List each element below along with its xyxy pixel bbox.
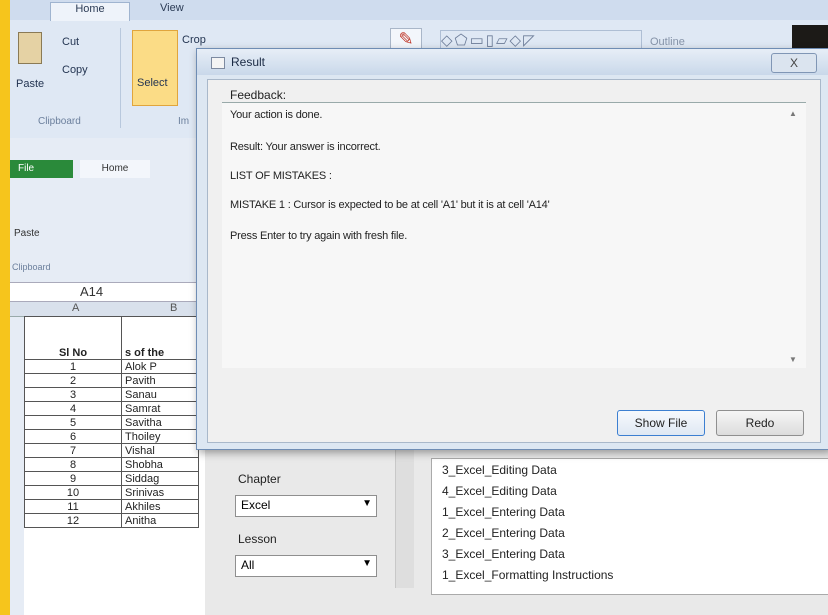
- excel-paste-button[interactable]: Paste: [14, 228, 40, 239]
- table-row: 4 Samrat: [24, 401, 199, 416]
- sl-no-cell[interactable]: 2: [24, 373, 122, 388]
- spreadsheet-grid[interactable]: Sl No s of the 1 Alok P 2 Pavith 3 Sanau 4 Samr…: [24, 316, 205, 615]
- table-row: 12 Anitha: [24, 513, 199, 528]
- tab-home[interactable]: Home: [50, 2, 130, 21]
- feedback-textbox[interactable]: Your action is done. Result: Your answer…: [222, 102, 806, 368]
- name-cell[interactable]: Thoiley: [121, 429, 199, 444]
- table-row: 7 Vishal: [24, 443, 199, 458]
- paint-tab-bar: Home View: [10, 0, 828, 21]
- image-group-label: Im: [178, 116, 190, 127]
- name-box[interactable]: A14: [10, 282, 205, 302]
- chevron-down-icon: ▼: [362, 498, 372, 509]
- sl-no-cell[interactable]: 9: [24, 471, 122, 486]
- table-row: 6 Thoiley: [24, 429, 199, 444]
- sl-no-cell[interactable]: 1: [24, 359, 122, 374]
- crop-button[interactable]: Crop: [182, 34, 206, 46]
- name-cell[interactable]: Anitha: [121, 513, 199, 528]
- ribbon-separator: [120, 28, 121, 128]
- chevron-down-icon: ▼: [362, 558, 372, 569]
- data-table: Sl No s of the 1 Alok P 2 Pavith 3 Sanau 4 Samr…: [24, 316, 199, 528]
- table-row: 1 Alok P: [24, 359, 199, 374]
- table-row: 8 Shobha: [24, 457, 199, 472]
- tab-view[interactable]: View: [160, 2, 184, 14]
- close-button[interactable]: X: [771, 53, 817, 73]
- name-cell[interactable]: Sanau: [121, 387, 199, 402]
- sl-no-cell[interactable]: 5: [24, 415, 122, 430]
- feedback-line: Your action is done.: [230, 109, 323, 121]
- sl-no-cell[interactable]: 6: [24, 429, 122, 444]
- feedback-line: Result: Your answer is incorrect.: [230, 141, 381, 153]
- header-sl-no[interactable]: Sl No: [24, 316, 122, 360]
- column-headers: A B: [10, 302, 205, 317]
- table-row: 9 Siddag: [24, 471, 199, 486]
- name-cell[interactable]: Samrat: [121, 401, 199, 416]
- name-cell[interactable]: Vishal: [121, 443, 199, 458]
- name-cell[interactable]: Pavith: [121, 373, 199, 388]
- copy-button[interactable]: Copy: [62, 64, 88, 76]
- table-row: 10 Srinivas: [24, 485, 199, 500]
- list-item[interactable]: 3_Excel_Editing Data: [442, 463, 557, 477]
- table-row: 2 Pavith: [24, 373, 199, 388]
- feedback-label: Feedback:: [230, 88, 287, 102]
- sl-no-cell[interactable]: 10: [24, 485, 122, 500]
- window-icon: [211, 57, 225, 69]
- lesson-label: Lesson: [238, 532, 277, 546]
- select-button[interactable]: Select: [132, 30, 178, 106]
- cut-button[interactable]: Cut: [62, 36, 79, 48]
- dialog-title: Result: [231, 55, 266, 69]
- sl-no-cell[interactable]: 11: [24, 499, 122, 514]
- chapter-select[interactable]: Excel ▼: [235, 495, 377, 517]
- dialog-titlebar[interactable]: Result X: [197, 49, 828, 75]
- name-cell[interactable]: Akhiles: [121, 499, 199, 514]
- list-item[interactable]: 1_Excel_Formatting Instructions: [442, 568, 613, 582]
- scrollbar[interactable]: [395, 448, 414, 588]
- sl-no-cell[interactable]: 12: [24, 513, 122, 528]
- feedback-line: MISTAKE 1 : Cursor is expected to be at …: [230, 199, 550, 211]
- name-cell[interactable]: Siddag: [121, 471, 199, 486]
- sl-no-cell[interactable]: 7: [24, 443, 122, 458]
- name-cell[interactable]: Shobha: [121, 457, 199, 472]
- result-dialog: Result X Feedback: Your action is done. …: [196, 48, 828, 450]
- lesson-value: All: [241, 558, 255, 572]
- column-a-header[interactable]: A: [72, 302, 79, 314]
- name-cell[interactable]: Srinivas: [121, 485, 199, 500]
- feedback-line: Press Enter to try again with fresh file…: [230, 230, 408, 242]
- scroll-down-icon[interactable]: ▼: [789, 355, 797, 364]
- paste-button[interactable]: Paste: [16, 78, 44, 90]
- show-file-button[interactable]: Show File: [617, 410, 705, 436]
- lesson-panel: Chapter Excel ▼ Lesson All ▼ 3_Excel_Edi…: [205, 448, 828, 615]
- name-cell[interactable]: Savitha: [121, 415, 199, 430]
- chapter-value: Excel: [241, 498, 271, 512]
- dialog-body: Feedback: Your action is done. Result: Y…: [207, 79, 821, 443]
- table-row: 3 Sanau: [24, 387, 199, 402]
- chapter-label: Chapter: [238, 472, 281, 486]
- header-name[interactable]: s of the: [121, 316, 199, 360]
- excel-window: File Home Paste Clipboard A14 A B Sl No …: [10, 138, 205, 615]
- name-cell[interactable]: Alok P: [121, 359, 199, 374]
- scroll-up-icon[interactable]: ▲: [789, 109, 797, 118]
- table-row: 5 Savitha: [24, 415, 199, 430]
- sl-no-cell[interactable]: 3: [24, 387, 122, 402]
- clipboard-group-label: Clipboard: [38, 116, 81, 127]
- paste-icon[interactable]: [18, 32, 42, 64]
- column-b-header[interactable]: B: [170, 302, 177, 314]
- table-row: 11 Akhiles: [24, 499, 199, 514]
- redo-button[interactable]: Redo: [716, 410, 804, 436]
- outline-button[interactable]: Outline: [650, 36, 685, 48]
- sl-no-cell[interactable]: 8: [24, 457, 122, 472]
- list-item[interactable]: 2_Excel_Entering Data: [442, 526, 565, 540]
- list-item[interactable]: 4_Excel_Editing Data: [442, 484, 557, 498]
- list-item[interactable]: 1_Excel_Entering Data: [442, 505, 565, 519]
- sl-no-cell[interactable]: 4: [24, 401, 122, 416]
- tab-home-excel[interactable]: Home: [80, 160, 150, 178]
- tab-file[interactable]: File: [10, 160, 73, 178]
- name-box-value: A14: [80, 284, 104, 299]
- feedback-line: LIST OF MISTAKES :: [230, 170, 332, 182]
- lesson-list[interactable]: 3_Excel_Editing Data 4_Excel_Editing Dat…: [431, 458, 828, 595]
- excel-clipboard-label: Clipboard: [12, 262, 51, 272]
- list-item[interactable]: 3_Excel_Entering Data: [442, 547, 565, 561]
- select-label: Select: [137, 77, 168, 89]
- lesson-select[interactable]: All ▼: [235, 555, 377, 577]
